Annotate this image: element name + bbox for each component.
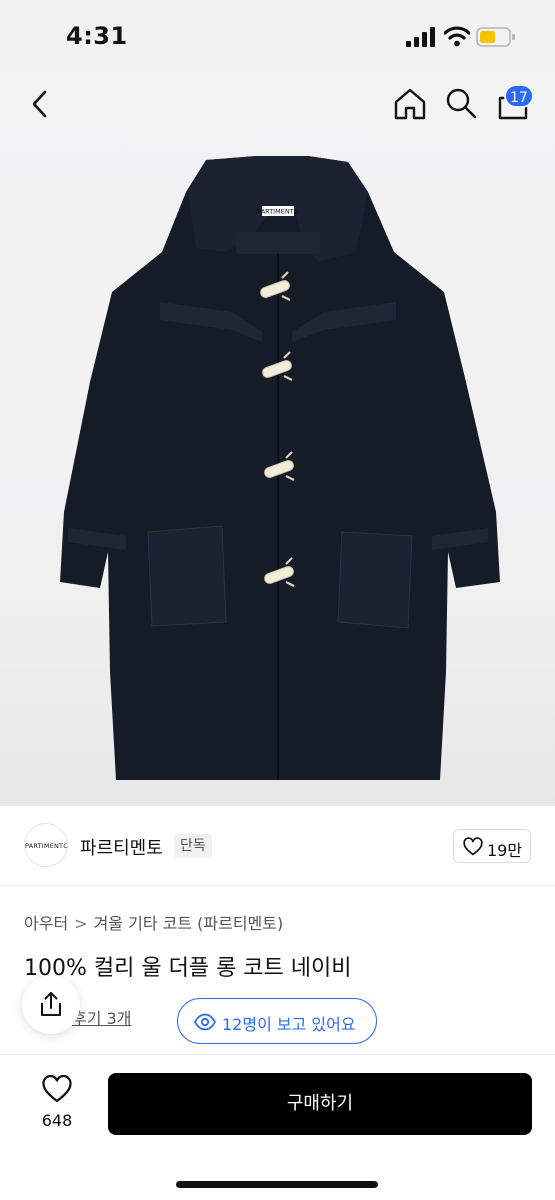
status-bar: 4:31	[0, 0, 555, 72]
brand-like-button[interactable]: 19만	[453, 829, 531, 863]
status-time: 4:31	[66, 22, 128, 50]
search-icon[interactable]	[444, 86, 478, 120]
heart-icon	[42, 1075, 72, 1103]
home-indicator	[176, 1181, 378, 1188]
exclusive-badge: 단독	[174, 834, 212, 858]
viewers-count-text: 12명이 보고 있어요	[222, 1015, 356, 1034]
product-coat-image: PARTIMENTO	[60, 156, 500, 780]
wifi-icon	[444, 26, 470, 47]
wishlist-button[interactable]: 648	[30, 1075, 84, 1135]
wishlist-count: 648	[41, 1111, 73, 1130]
heart-icon	[463, 837, 483, 856]
brand-like-count: 19만	[487, 841, 523, 860]
brand-logo[interactable]: PARTIMENTO	[24, 823, 68, 867]
battery-icon	[476, 27, 515, 47]
eye-icon	[194, 1013, 216, 1031]
bottom-action-bar: 648 구매하기	[0, 1054, 555, 1200]
share-icon	[41, 992, 61, 1016]
brand-row: PARTIMENTO 파르티멘토 단독 19만	[0, 806, 555, 886]
share-button[interactable]	[22, 976, 80, 1034]
buy-button[interactable]: 구매하기	[108, 1073, 532, 1135]
back-icon[interactable]	[24, 88, 56, 120]
breadcrumb-root[interactable]: 아우터	[24, 914, 68, 933]
breadcrumb-separator: >	[74, 914, 88, 933]
cellular-signal-icon	[406, 27, 435, 47]
breadcrumb-leaf[interactable]: 겨울 기타 코트 (파르티멘토)	[94, 914, 284, 933]
viewers-count-chip: 12명이 보고 있어요	[177, 998, 377, 1044]
coat-label-text: PARTIMENTO	[257, 208, 299, 216]
brand-name[interactable]: 파르티멘토	[80, 834, 163, 860]
product-title: 100% 컬리 울 더플 롱 코트 네이비	[24, 956, 352, 981]
breadcrumb: 아우터 > 겨울 기타 코트 (파르티멘토)	[24, 910, 283, 934]
home-icon[interactable]	[392, 86, 428, 122]
review-link[interactable]: 후기 3개	[72, 1005, 131, 1029]
cart-count-badge: 17	[504, 84, 534, 108]
